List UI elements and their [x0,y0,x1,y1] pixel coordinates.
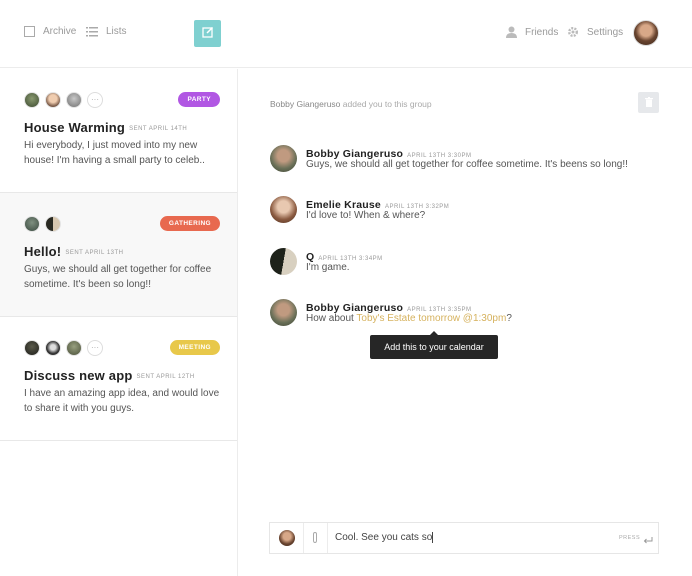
paperclip-icon[interactable] [310,531,320,549]
sent-date: SENT APRIL 12TH [136,373,195,380]
message-text: Guys, we should all get together for cof… [306,159,628,170]
status-badge: PARTY [178,92,220,107]
avatar [24,92,40,108]
top-bar: Archive Lists Friends Settings [0,0,692,68]
calendar-tooltip[interactable]: Add this to your calendar [370,331,498,359]
message-text: I'd love to! When & where? [306,210,426,221]
avatar [45,216,61,232]
gear-icon [567,26,579,38]
nav-archive[interactable]: Archive [24,26,76,37]
avatar [270,196,297,223]
message-input[interactable]: Cool. See you cats so [335,532,434,543]
avatar [66,340,82,356]
avatar [66,92,82,108]
person-icon [506,26,517,38]
nav-lists[interactable]: Lists [86,26,127,37]
nav-friends-label: Friends [525,26,559,38]
enter-key-icon[interactable] [643,532,653,550]
conversation-panel: Bobby Giangeruso added you to this group… [238,69,692,576]
group-title: Discuss new app SENT APRIL 12TH [24,368,195,383]
more-members-icon[interactable]: ··· [87,92,103,108]
event-link[interactable]: Toby's Estate tomorrow @1:30pm [356,313,506,324]
nav-settings-label: Settings [587,26,624,38]
group-preview: Guys, we should all get together for cof… [24,264,212,290]
avatar [270,145,297,172]
group-list: ··· PARTY House Warming SENT APRIL 14TH H… [0,69,238,576]
divider [303,523,304,553]
message: Bobby Giangeruso APRIL 13TH 3:35PM How ab… [270,293,670,333]
divider [327,523,328,553]
nav-lists-label: Lists [106,26,127,37]
message: Bobby Giangeruso APRIL 13TH 3:30PM Guys, … [270,139,670,179]
text-caret [432,532,434,543]
sent-date: SENT APRIL 13TH [65,249,124,256]
trash-icon [644,94,653,112]
more-members-icon[interactable]: ··· [87,340,103,356]
group-card-house-warming[interactable]: ··· PARTY House Warming SENT APRIL 14TH H… [0,69,237,193]
member-avatars: ··· [24,340,103,356]
nav-archive-label: Archive [43,26,77,37]
status-badge: MEETING [169,340,220,355]
group-preview: I have an amazing app idea, and would lo… [24,388,220,414]
avatar [45,92,61,108]
message-composer: Cool. See you cats so PRESS [269,522,659,554]
delete-button[interactable] [638,92,659,113]
avatar [279,530,295,546]
avatar [24,216,40,232]
group-card-hello[interactable]: GATHERING Hello! SENT APRIL 13TH Guys, we… [0,193,237,317]
sent-date: SENT APRIL 14TH [129,125,188,132]
user-avatar[interactable] [633,20,659,46]
compose-icon [201,25,214,43]
system-note: Bobby Giangeruso added you to this group [270,99,432,109]
avatar [24,340,40,356]
group-title: House Warming SENT APRIL 14TH [24,120,188,135]
avatar [270,248,297,275]
avatar [270,299,297,326]
list-icon [86,26,98,37]
message-text: How about Toby's Estate tomorrow @1:30pm… [306,313,512,324]
group-card-discuss-new-app[interactable]: ··· MEETING Discuss new app SENT APRIL 12… [0,317,237,441]
group-preview: Hi everybody, I just moved into my new h… [24,140,205,166]
member-avatars [24,216,61,232]
compose-button[interactable] [194,20,221,47]
status-badge: GATHERING [159,216,220,231]
press-label: PRESS [619,535,641,541]
message: Q APRIL 13TH 3:34PM I'm game. [270,242,670,282]
nav-friends[interactable]: Friends [506,26,558,38]
archive-icon [24,26,35,37]
nav-settings[interactable]: Settings [567,26,623,38]
message: Emelie Krause APRIL 13TH 3:32PM I'd love … [270,190,670,230]
group-title: Hello! SENT APRIL 13TH [24,244,124,259]
member-avatars: ··· [24,92,103,108]
avatar [45,340,61,356]
message-text: I'm game. [306,262,350,273]
